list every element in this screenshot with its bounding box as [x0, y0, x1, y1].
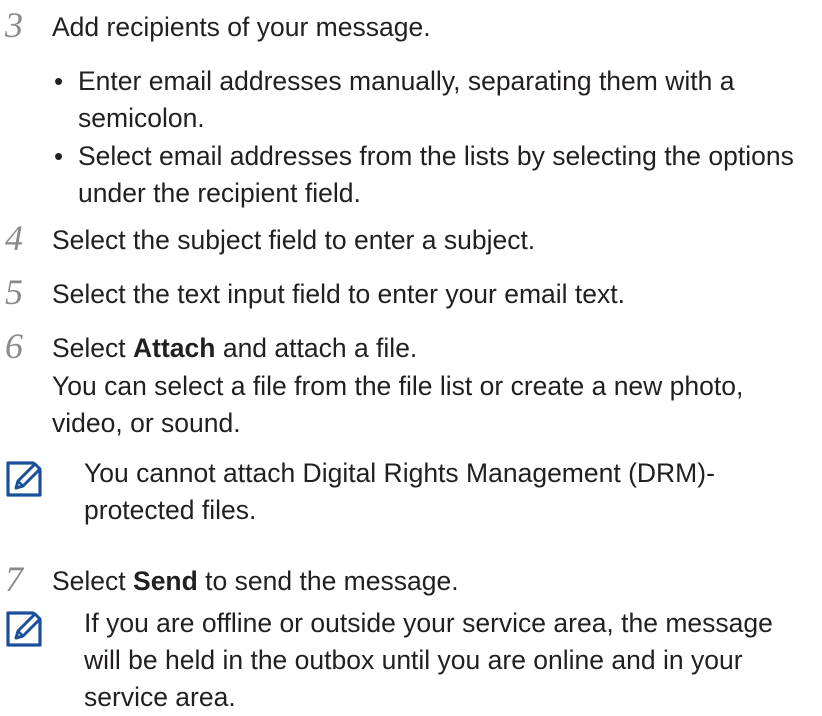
- step-number: 6: [5, 326, 23, 366]
- step-text: Select the text input field to enter you…: [52, 279, 625, 309]
- note-pencil-icon: [6, 461, 42, 497]
- step-text: Add recipients of your message.: [52, 12, 431, 42]
- step-text: Select Attach and attach a file.: [52, 330, 820, 367]
- note-pencil-icon: [6, 611, 42, 647]
- bullet-item: • Select email addresses from the lists …: [54, 138, 813, 212]
- step-text-prefix: Select: [52, 566, 134, 596]
- bullet-text: Enter email addresses manually, separati…: [78, 66, 735, 133]
- step-number: 5: [5, 272, 23, 312]
- bullet-item: • Enter email addresses manually, separa…: [54, 63, 813, 137]
- bullet-dot: •: [54, 66, 64, 96]
- step-number: 3: [5, 5, 23, 45]
- bullet-dot: •: [54, 141, 64, 171]
- bullet-text: Select email addresses from the lists by…: [78, 141, 794, 208]
- step-text: Select Send to send the message.: [52, 563, 820, 600]
- note-text: You cannot attach Digital Rights Managem…: [84, 458, 715, 525]
- manual-page: 3 Add recipients of your message. • Ente…: [0, 0, 822, 712]
- step-text: Select the subject field to enter a subj…: [52, 225, 536, 255]
- send-label: Send: [133, 566, 198, 596]
- step-text-suffix: and attach a file.: [215, 333, 418, 363]
- step-number: 7: [5, 559, 23, 599]
- step-text-suffix: to send the message.: [197, 566, 459, 596]
- step-text-prefix: Select: [52, 333, 134, 363]
- step-number: 4: [5, 218, 23, 258]
- note-text: If you are offline or outside your servi…: [84, 608, 773, 712]
- attach-label: Attach: [133, 333, 216, 363]
- step-6-detail: You can select a file from the file list…: [52, 371, 744, 438]
